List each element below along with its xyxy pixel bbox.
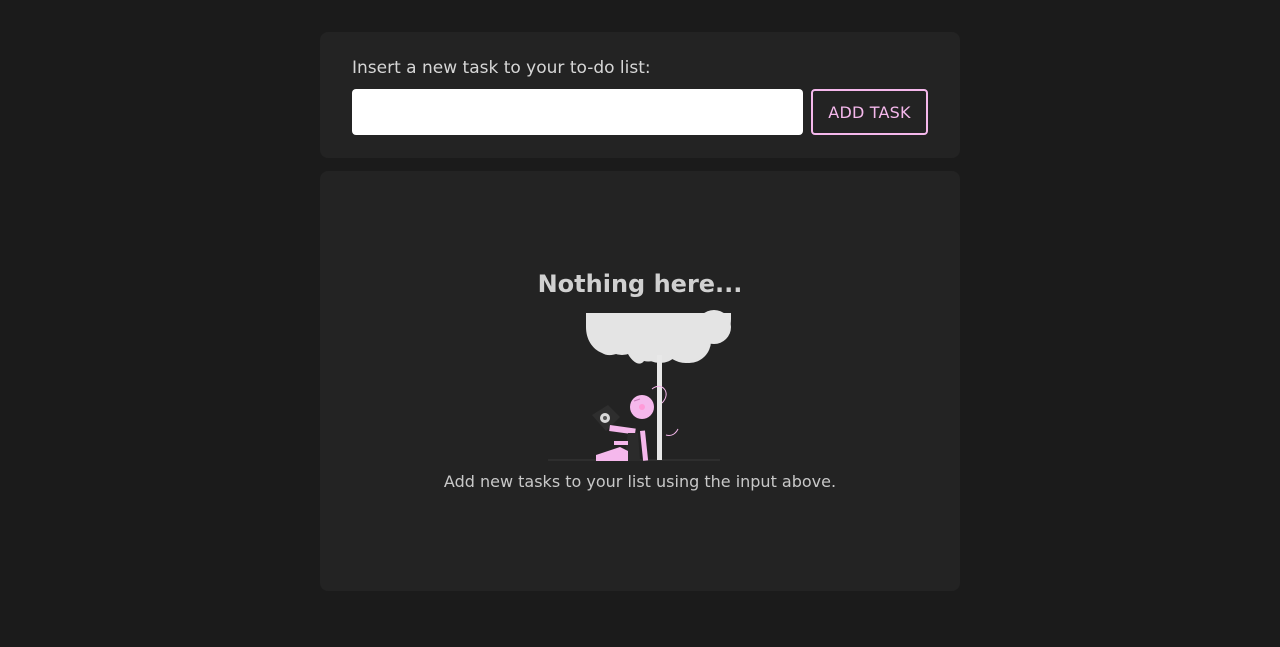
empty-state-hint: Add new tasks to your list using the inp… — [443, 472, 837, 491]
person-under-umbrella-illustration — [548, 310, 731, 461]
new-task-card: Insert a new task to your to-do list: AD… — [320, 32, 960, 158]
new-task-input[interactable] — [352, 89, 803, 135]
new-task-prompt: Insert a new task to your to-do list: — [352, 58, 651, 78]
empty-state-title: Nothing here... — [537, 270, 743, 298]
add-task-button[interactable]: ADD TASK — [811, 89, 928, 135]
todo-app: Insert a new task to your to-do list: AD… — [320, 32, 960, 591]
new-task-row: ADD TASK — [352, 89, 928, 135]
task-list-card: Nothing here... Add new tasks to your li… — [320, 171, 960, 591]
